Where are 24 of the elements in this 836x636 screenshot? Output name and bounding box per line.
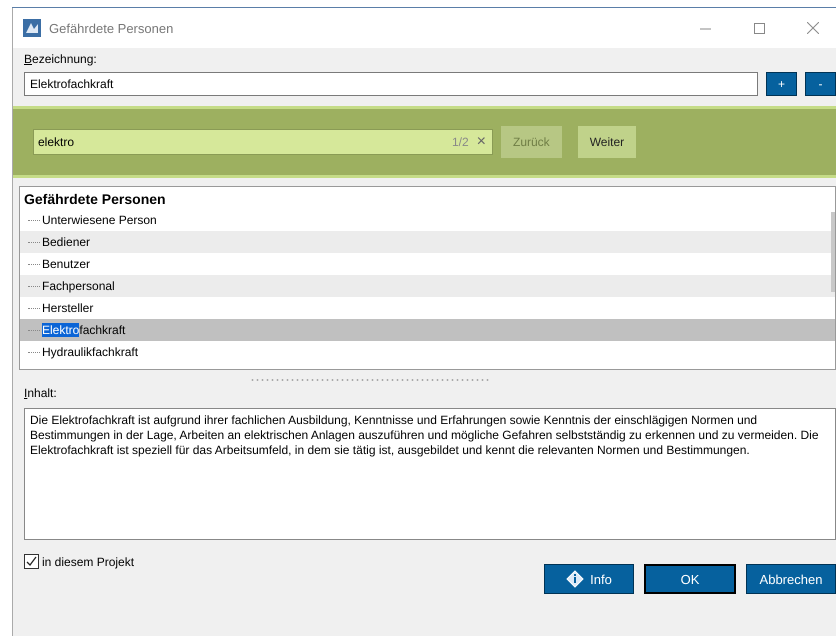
name-label: Bezeichnung: xyxy=(24,52,98,66)
remove-button[interactable]: - xyxy=(805,72,836,96)
tree-item[interactable]: Elektrofachkraft xyxy=(20,319,835,341)
add-button[interactable]: + xyxy=(766,72,797,96)
info-icon xyxy=(566,570,584,588)
close-icon xyxy=(807,22,819,34)
tree-title: Gefährdete Personen xyxy=(23,190,167,209)
tree-item[interactable]: Fachpersonal xyxy=(20,275,835,297)
maximize-icon xyxy=(754,22,764,34)
content-label: Inhalt: xyxy=(24,386,58,400)
splitter-handle[interactable] xyxy=(250,378,490,382)
clear-button[interactable]: × xyxy=(476,133,486,151)
checkmark-icon xyxy=(26,556,37,567)
app-icon xyxy=(23,19,41,37)
info-button[interactable]: Info xyxy=(544,564,634,594)
cancel-button[interactable]: Abbrechen xyxy=(746,564,836,594)
project-checkbox[interactable]: in diesem Projekt xyxy=(24,554,544,569)
content-field[interactable]: Die Elektrofachkraft ist aufgrund ihrer fachlichen Ausbildung, Kenntnisse und Erfahrungen sowie Kenntnis der einschlägigen Normen und Bestimmungen in der Lage, Arbeiten an elektrischen Anlagen auszuführen und mögliche Gefahren selbstständig zu erkennen und zu vermeiden. Die Elektrofachkraft ist speziell für das Arbeitsumfeld, in dem sie tätig ist, ausgebildet und kennt die relevanten Normen und Bestimmungen. xyxy=(24,408,836,540)
match-count: 1/2 xyxy=(452,135,469,149)
window-title: Gefährdete Personen xyxy=(49,20,174,36)
name-field[interactable]: Elektrofachkraft xyxy=(24,72,758,96)
ok-button[interactable]: OK xyxy=(644,564,736,594)
next-button[interactable]: Weiter xyxy=(578,126,636,158)
search-field[interactable]: elektro 1/2 × xyxy=(33,129,493,155)
